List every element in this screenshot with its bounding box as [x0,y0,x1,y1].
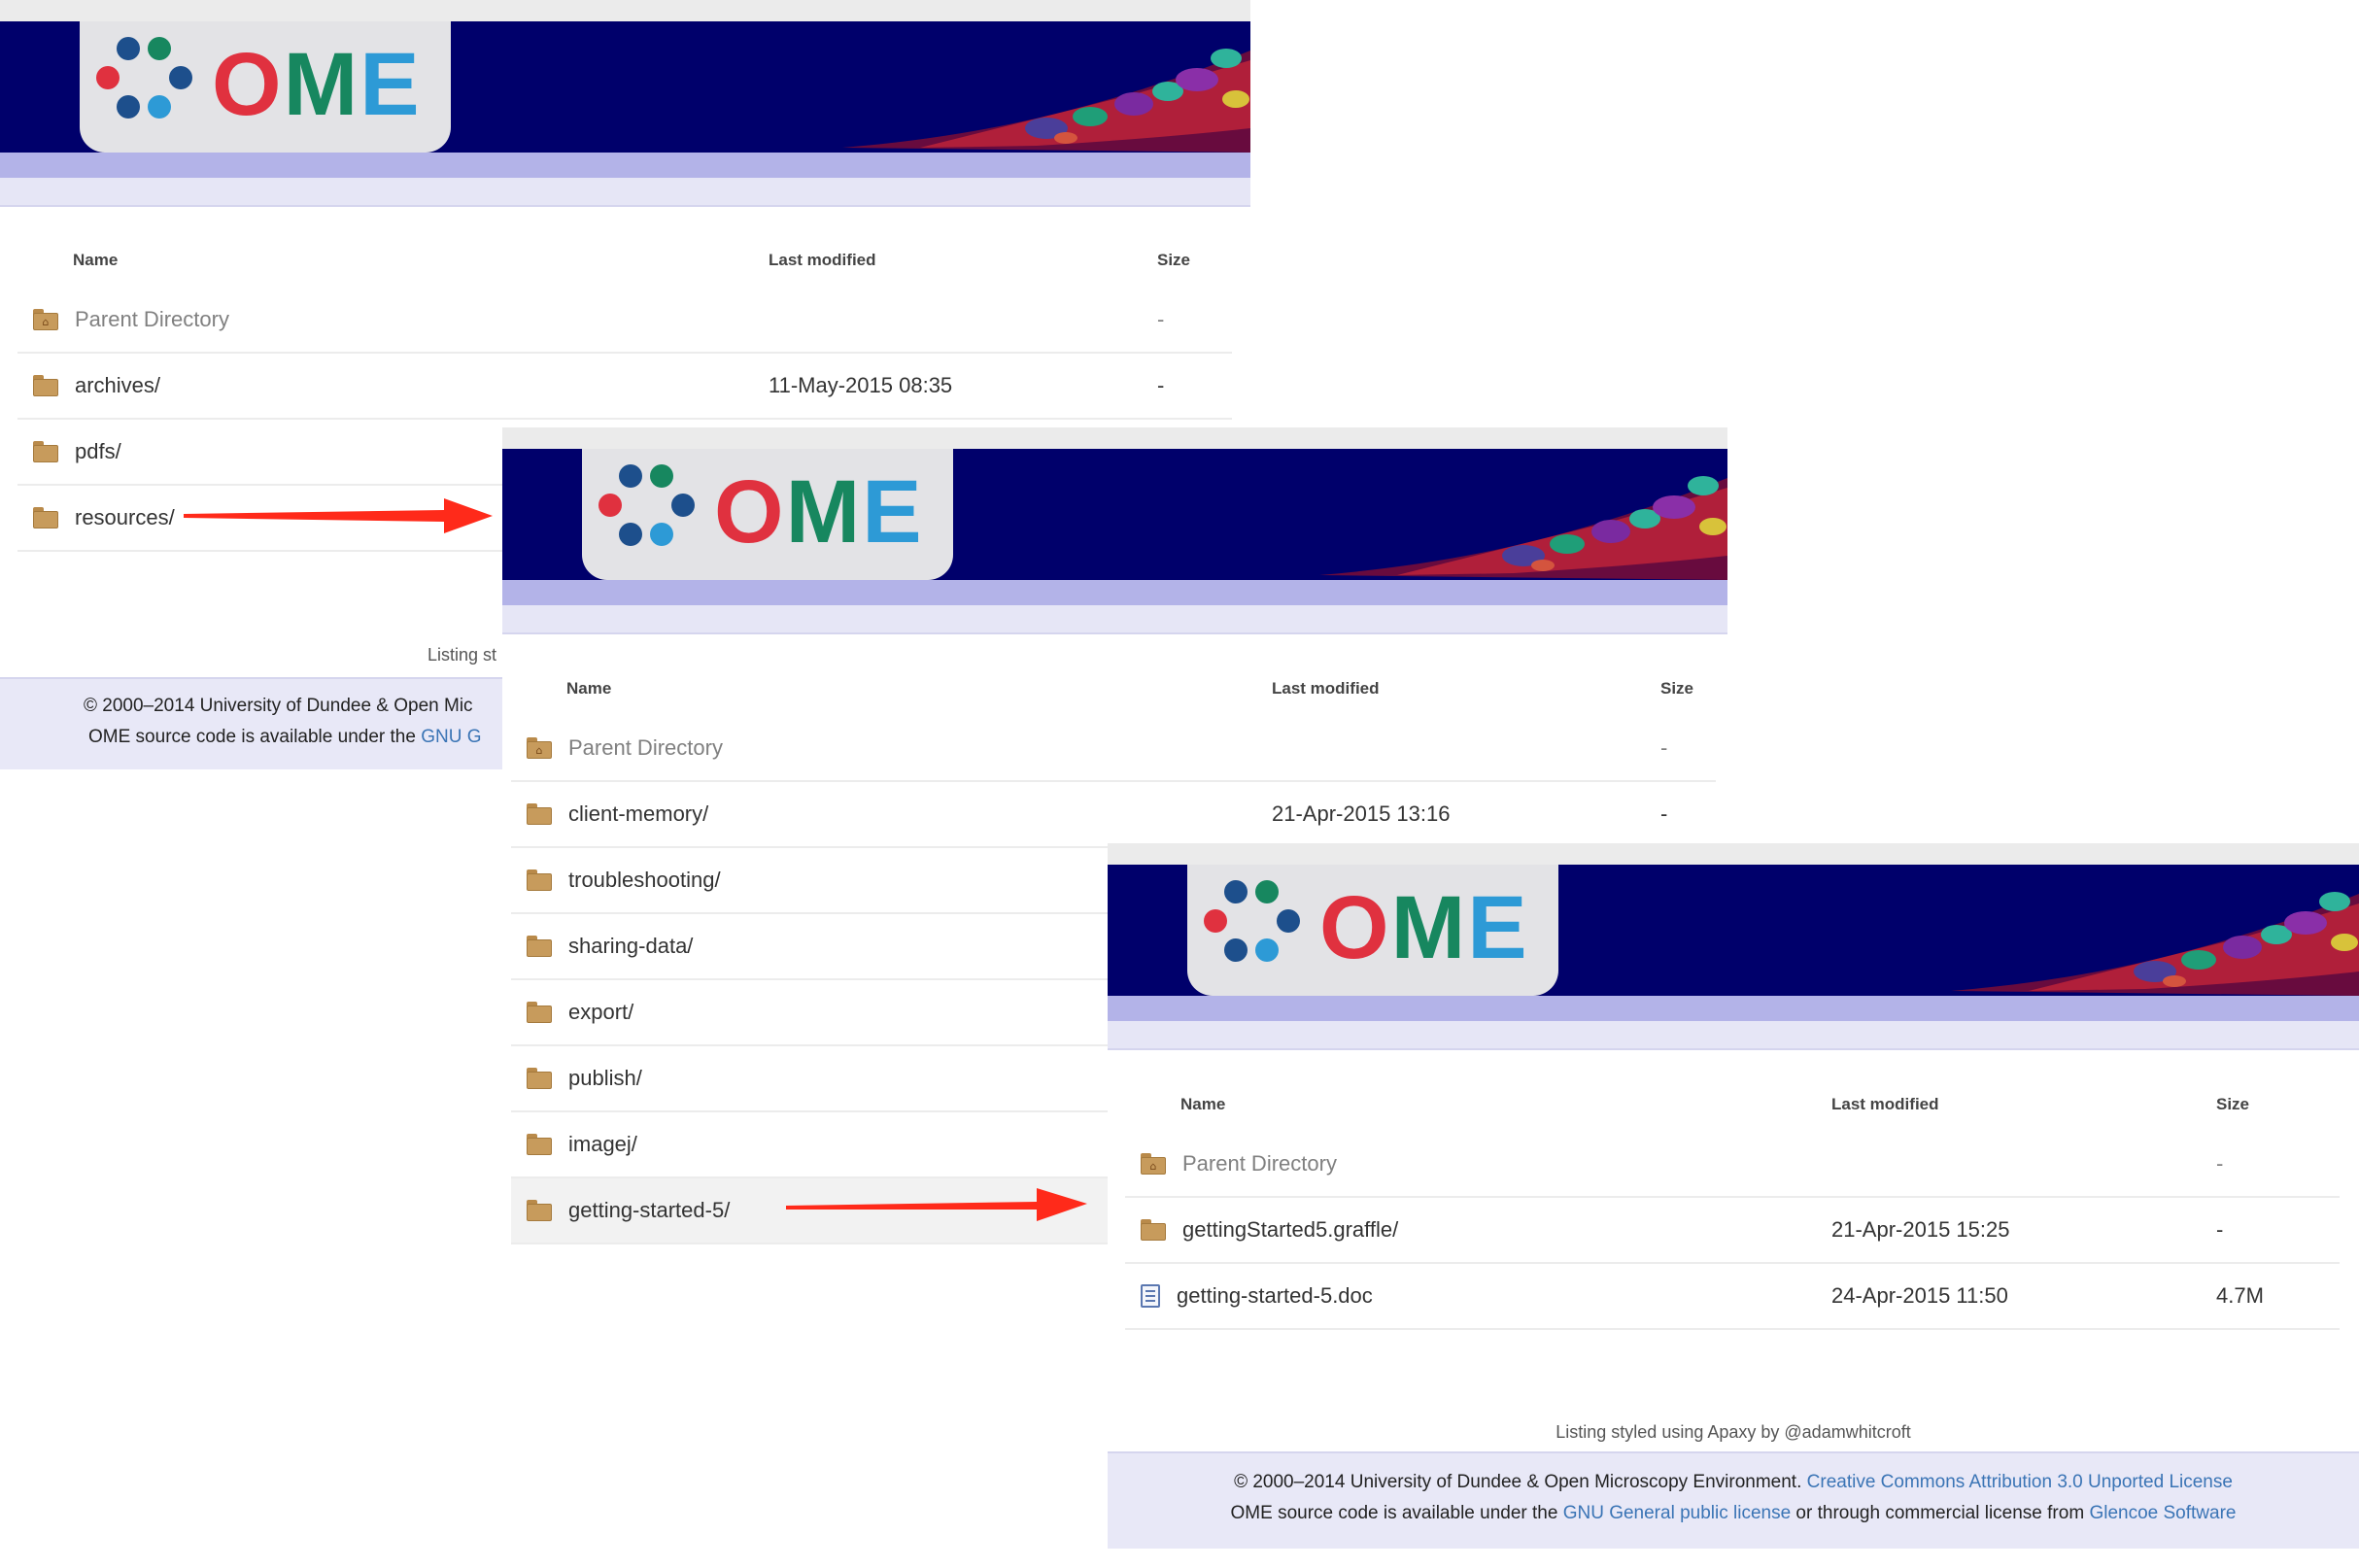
file-link[interactable]: archives/ [75,373,160,398]
page-footer: © 2000–2014 University of Dundee & Open … [1108,1451,2359,1549]
folder-icon [527,1200,552,1221]
column-header-name[interactable]: Name [511,662,1272,716]
gnu-license-link[interactable]: GNU G [421,727,481,747]
file-link[interactable]: client-memory/ [568,801,708,827]
footer-copyright: © 2000–2014 University of Dundee & Open … [1234,1472,2233,1492]
header-band [502,580,1727,605]
folder-icon [33,375,58,396]
file-link[interactable]: imagej/ [568,1132,637,1157]
red-arrow-to-getting-started [786,1188,1087,1221]
column-header-last-modified[interactable]: Last modified [769,233,1157,288]
microscopy-cells-image [842,49,1250,153]
file-link[interactable]: resources/ [75,505,175,530]
styled-by-note: Listing styled using Apaxy by @adamwhitc… [1556,1422,1911,1442]
header-band [1108,996,2359,1021]
file-link[interactable]: Parent Directory [568,735,723,761]
microscopy-cells-image [1951,892,2359,996]
table-row[interactable]: ⌂ Parent Directory - [1125,1132,2340,1198]
file-link[interactable]: getting-started-5.doc [1177,1283,1373,1309]
folder-icon [527,936,552,957]
file-size: - [1157,288,1232,354]
header-banner: OME [0,21,1250,153]
table-row[interactable]: getting-started-5.doc 24-Apr-2015 11:50 … [1125,1263,2340,1330]
last-modified [769,288,1157,354]
file-link[interactable]: gettingStarted5.graffle/ [1182,1217,1398,1243]
ome-wordmark: OME [212,35,422,134]
column-header-name[interactable]: Name [1125,1077,1831,1132]
glencoe-software-link[interactable]: Glencoe Software [2089,1503,2236,1523]
header-banner: OME [1108,865,2359,996]
creative-commons-link[interactable]: Creative Commons Attribution 3.0 Unporte… [1807,1472,2233,1492]
folder-icon [527,869,552,891]
folder-icon [33,441,58,462]
ome-wordmark: OME [1319,878,1529,977]
column-header-size[interactable]: Size [1660,662,1716,716]
file-table: Name Last modified Size ⌂ Parent Director… [1125,1077,2340,1330]
header-subband [502,605,1727,634]
ome-wordmark: OME [714,462,924,562]
table-row[interactable]: gettingStarted5.graffle/ 21-Apr-2015 15:… [1125,1197,2340,1264]
top-strip [502,427,1727,449]
column-header-size[interactable]: Size [1157,233,1232,288]
header-subband [1108,1021,2359,1050]
last-modified: 24-Apr-2015 11:50 [1831,1263,2216,1330]
table-row[interactable]: client-memory/ 21-Apr-2015 13:16 - [511,781,1716,848]
column-header-last-modified[interactable]: Last modified [1831,1077,2216,1132]
ome-logo[interactable]: OME [582,449,953,580]
last-modified: 21-Apr-2015 13:16 [1272,781,1660,848]
parent-folder-icon: ⌂ [33,309,58,330]
header-banner: OME [502,449,1727,580]
gnu-license-link[interactable]: GNU General public license [1563,1503,1791,1523]
red-arrow-to-resources [184,498,493,533]
microscopy-cells-image [1319,476,1727,580]
file-size: - [1157,353,1232,420]
column-header-name[interactable]: Name [17,233,769,288]
table-row[interactable]: ⌂ Parent Directory - [17,288,1232,354]
parent-folder-icon: ⌂ [527,737,552,759]
footer-license: OME source code is available under the G… [1230,1503,2237,1523]
file-size: - [2216,1197,2340,1264]
file-link[interactable]: sharing-data/ [568,934,693,959]
file-link[interactable]: getting-started-5/ [568,1198,730,1223]
last-modified [1272,716,1660,782]
column-header-size[interactable]: Size [2216,1077,2340,1132]
file-link[interactable]: Parent Directory [1182,1151,1337,1176]
last-modified: 21-Apr-2015 15:25 [1831,1197,2216,1264]
file-link[interactable]: Parent Directory [75,307,229,332]
ome-logo[interactable]: OME [1187,865,1558,996]
last-modified [1831,1132,2216,1198]
folder-icon [527,1134,552,1155]
header-subband [0,178,1250,207]
parent-folder-icon: ⌂ [1141,1153,1166,1175]
file-size: - [1660,716,1716,782]
last-modified: 11-May-2015 08:35 [769,353,1157,420]
file-link[interactable]: pdfs/ [75,439,121,464]
column-header-last-modified[interactable]: Last modified [1272,662,1660,716]
file-size: - [2216,1132,2340,1198]
top-strip [1108,843,2359,865]
ome-logo[interactable]: OME [80,21,451,153]
table-row[interactable]: archives/ 11-May-2015 08:35 - [17,353,1232,420]
document-icon [1141,1284,1160,1308]
header-band [0,153,1250,178]
folder-icon [527,803,552,825]
directory-listing-panel-3: OME Name Last modified Size ⌂ Parent Dir… [1108,843,2359,1568]
file-size: - [1660,781,1716,848]
folder-icon [527,1002,552,1023]
file-size: 4.7M [2216,1263,2340,1330]
file-link[interactable]: troubleshooting/ [568,868,721,893]
folder-icon [527,1068,552,1089]
folder-icon [33,507,58,528]
top-strip [0,0,1250,21]
file-link[interactable]: publish/ [568,1066,642,1091]
table-row[interactable]: ⌂ Parent Directory - [511,716,1716,782]
file-link[interactable]: export/ [568,1000,633,1025]
folder-icon [1141,1219,1166,1241]
